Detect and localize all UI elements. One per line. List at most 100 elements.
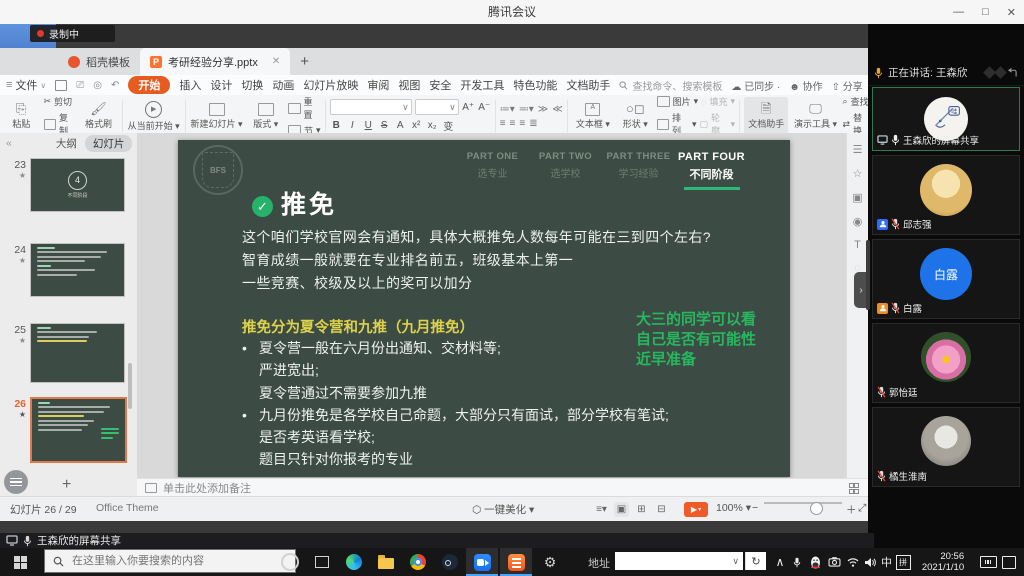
slideshow-play-button[interactable]: ▶▾ xyxy=(684,502,708,517)
start-button[interactable] xyxy=(14,556,27,569)
add-slide-button[interactable]: + xyxy=(62,476,71,494)
new-tab-button[interactable]: + xyxy=(300,53,309,70)
address-refresh-button[interactable]: ↻ xyxy=(745,552,766,570)
paste-button[interactable]: ⎘ 粘贴 xyxy=(2,97,41,135)
undo-icon[interactable]: ↶ xyxy=(111,80,119,91)
collapse-panel-icon[interactable]: « xyxy=(6,137,12,149)
present-tools-button[interactable]: 🖵 演示工具 ▾ xyxy=(791,97,839,135)
slides-tab[interactable]: 幻灯片 xyxy=(85,135,133,152)
font-family-select[interactable]: ∨ xyxy=(330,99,412,115)
slide-thumbnail-25[interactable]: 25 ★ xyxy=(0,323,125,383)
menu-devtools[interactable]: 开发工具 xyxy=(460,77,504,93)
decrease-font-button[interactable]: A⁻ xyxy=(478,102,491,113)
minimize-button[interactable]: — xyxy=(953,6,964,18)
normal-view-icon[interactable]: ▣ xyxy=(614,502,629,517)
menu-review[interactable]: 审阅 xyxy=(367,77,389,93)
file-menu[interactable]: ≡文件∨ xyxy=(6,77,46,93)
save-icon[interactable] xyxy=(55,80,67,91)
command-search[interactable]: 查找命令、搜索模板 xyxy=(619,78,722,93)
underline-button[interactable]: U xyxy=(362,120,375,131)
align-center-icon[interactable]: ≡ xyxy=(510,118,516,129)
slide-26[interactable]: BFS PART ONE选专业 PART TWO选学校 PART THREE学习… xyxy=(178,140,790,477)
tab-document[interactable]: P 考研经验分享.pptx ✕ xyxy=(140,48,290,75)
maximize-button[interactable]: □ xyxy=(982,6,989,18)
shapes-button[interactable]: ○◻ 形状 ▾ xyxy=(617,97,654,135)
effects-icon[interactable]: ☆ xyxy=(853,167,863,180)
address-input[interactable]: ∨ xyxy=(615,552,743,570)
layers-icon[interactable]: ▣ xyxy=(852,191,862,204)
cut-button[interactable]: ✂ 剪切 xyxy=(44,95,77,108)
sorter-view-icon[interactable]: ⊞ xyxy=(634,502,649,517)
notes-toggle-icon[interactable]: ≡▾ xyxy=(594,502,609,517)
sync-status[interactable]: ☁ 已同步 · xyxy=(731,78,780,93)
slide-thumbnail-23[interactable]: 23 ★ 4 不同阶段 xyxy=(0,158,125,212)
menu-features[interactable]: 特色功能 xyxy=(513,77,557,93)
close-button[interactable]: ✕ xyxy=(1007,6,1016,19)
edge-icon[interactable] xyxy=(338,548,370,576)
menu-doc-assistant[interactable]: 文档助手 xyxy=(566,77,610,93)
cortana-button[interactable] xyxy=(274,548,306,576)
quick-tools-floating-button[interactable] xyxy=(4,470,28,494)
tab-close-icon[interactable]: ✕ xyxy=(272,56,280,67)
justify-icon[interactable]: ≣ xyxy=(529,118,537,129)
menu-view[interactable]: 视图 xyxy=(398,77,420,93)
new-slide-button[interactable]: 新建幻灯片 ▾ xyxy=(190,97,244,135)
action-center-icon[interactable] xyxy=(1000,548,1018,576)
chrome-icon[interactable] xyxy=(402,548,434,576)
strikethrough-button[interactable]: S xyxy=(378,120,391,131)
tray-network-icon[interactable] xyxy=(845,548,860,576)
font-size-select[interactable]: ∨ xyxy=(415,99,459,115)
taskbar-clock[interactable]: 20:562021/1/10 xyxy=(912,548,974,576)
zoom-percent[interactable]: 100% ▾ xyxy=(716,502,751,514)
tray-volume-icon[interactable] xyxy=(862,548,877,576)
bold-button[interactable]: B xyxy=(330,120,343,131)
menu-security[interactable]: 安全 xyxy=(429,77,451,93)
ime-mode-icon[interactable]: 拼 xyxy=(895,548,911,576)
align-left-icon[interactable]: ≡ xyxy=(500,118,506,129)
beautify-button[interactable]: ⬡ 一键美化 ▾ xyxy=(472,502,534,517)
slide-thumbnail-24[interactable]: 24 ★ xyxy=(0,243,125,297)
menu-animation[interactable]: 动画 xyxy=(272,77,294,93)
menu-transition[interactable]: 切换 xyxy=(241,77,263,93)
menu-slideshow[interactable]: 幻灯片放映 xyxy=(303,77,358,93)
text-box-button[interactable]: A 文本框 ▾ xyxy=(572,97,614,135)
ime-language-indicator[interactable]: 中 xyxy=(879,548,894,576)
participant-tile-screen-share[interactable]: 哇 王森欣的屏幕共享 xyxy=(872,87,1020,151)
tray-qq-icon[interactable] xyxy=(808,548,823,576)
tencent-docs-icon[interactable] xyxy=(500,548,532,576)
participant-tile[interactable]: 白露 白露 xyxy=(872,239,1020,319)
layout-button[interactable]: 版式 ▾ xyxy=(247,97,286,135)
tencent-meeting-icon[interactable] xyxy=(466,548,498,576)
reading-view-icon[interactable]: ⊟ xyxy=(654,502,669,517)
outline-tab[interactable]: 大纲 xyxy=(56,136,77,151)
zoom-slider-track[interactable] xyxy=(764,502,842,504)
notes-bar[interactable]: 单击此处添加备注 xyxy=(137,478,868,496)
outdent-icon[interactable]: ≪ xyxy=(552,104,562,115)
align-right-icon[interactable]: ≡ xyxy=(519,118,525,129)
superscript-button[interactable]: x² xyxy=(410,120,423,131)
tab-docer-template[interactable]: 稻壳模板 xyxy=(58,48,140,75)
properties-icon[interactable]: ☰ xyxy=(853,143,863,156)
play-from-current-button[interactable]: ▶ 从当前开始 ▾ xyxy=(127,97,181,135)
print-icon[interactable]: ⎚ xyxy=(76,80,84,91)
settings-gear-icon[interactable]: ⚙ xyxy=(534,548,566,576)
reset-button[interactable]: 重置 xyxy=(288,95,321,121)
zoom-out-button[interactable]: − xyxy=(752,502,758,514)
share-button[interactable]: ⇧ 分享 xyxy=(832,78,863,93)
preview-icon[interactable]: ◎ xyxy=(93,80,102,91)
taskbar-search[interactable] xyxy=(44,549,296,573)
indent-icon[interactable]: ≫ xyxy=(538,104,548,115)
tray-expand-icon[interactable]: ∧ xyxy=(772,548,788,576)
text-effect-button[interactable]: 变 xyxy=(442,118,455,133)
collaborate-button[interactable]: ☻ 协作 xyxy=(789,78,822,93)
number-list-icon[interactable]: ≕▾ xyxy=(519,104,534,115)
tray-mic-icon[interactable] xyxy=(790,548,804,576)
thumbnail-scrollbar[interactable] xyxy=(128,155,132,473)
increase-font-button[interactable]: A⁺ xyxy=(462,102,475,113)
participant-tile[interactable]: 邱志强 xyxy=(872,155,1020,235)
slide-thumbnail-26-selected[interactable]: 26 ★ xyxy=(0,397,127,463)
fit-screen-icon[interactable]: ⤢ xyxy=(858,502,866,515)
file-explorer-icon[interactable] xyxy=(370,548,402,576)
task-view-button[interactable] xyxy=(306,548,338,576)
format-painter-button[interactable]: 🖌 格式刷 xyxy=(79,97,118,135)
